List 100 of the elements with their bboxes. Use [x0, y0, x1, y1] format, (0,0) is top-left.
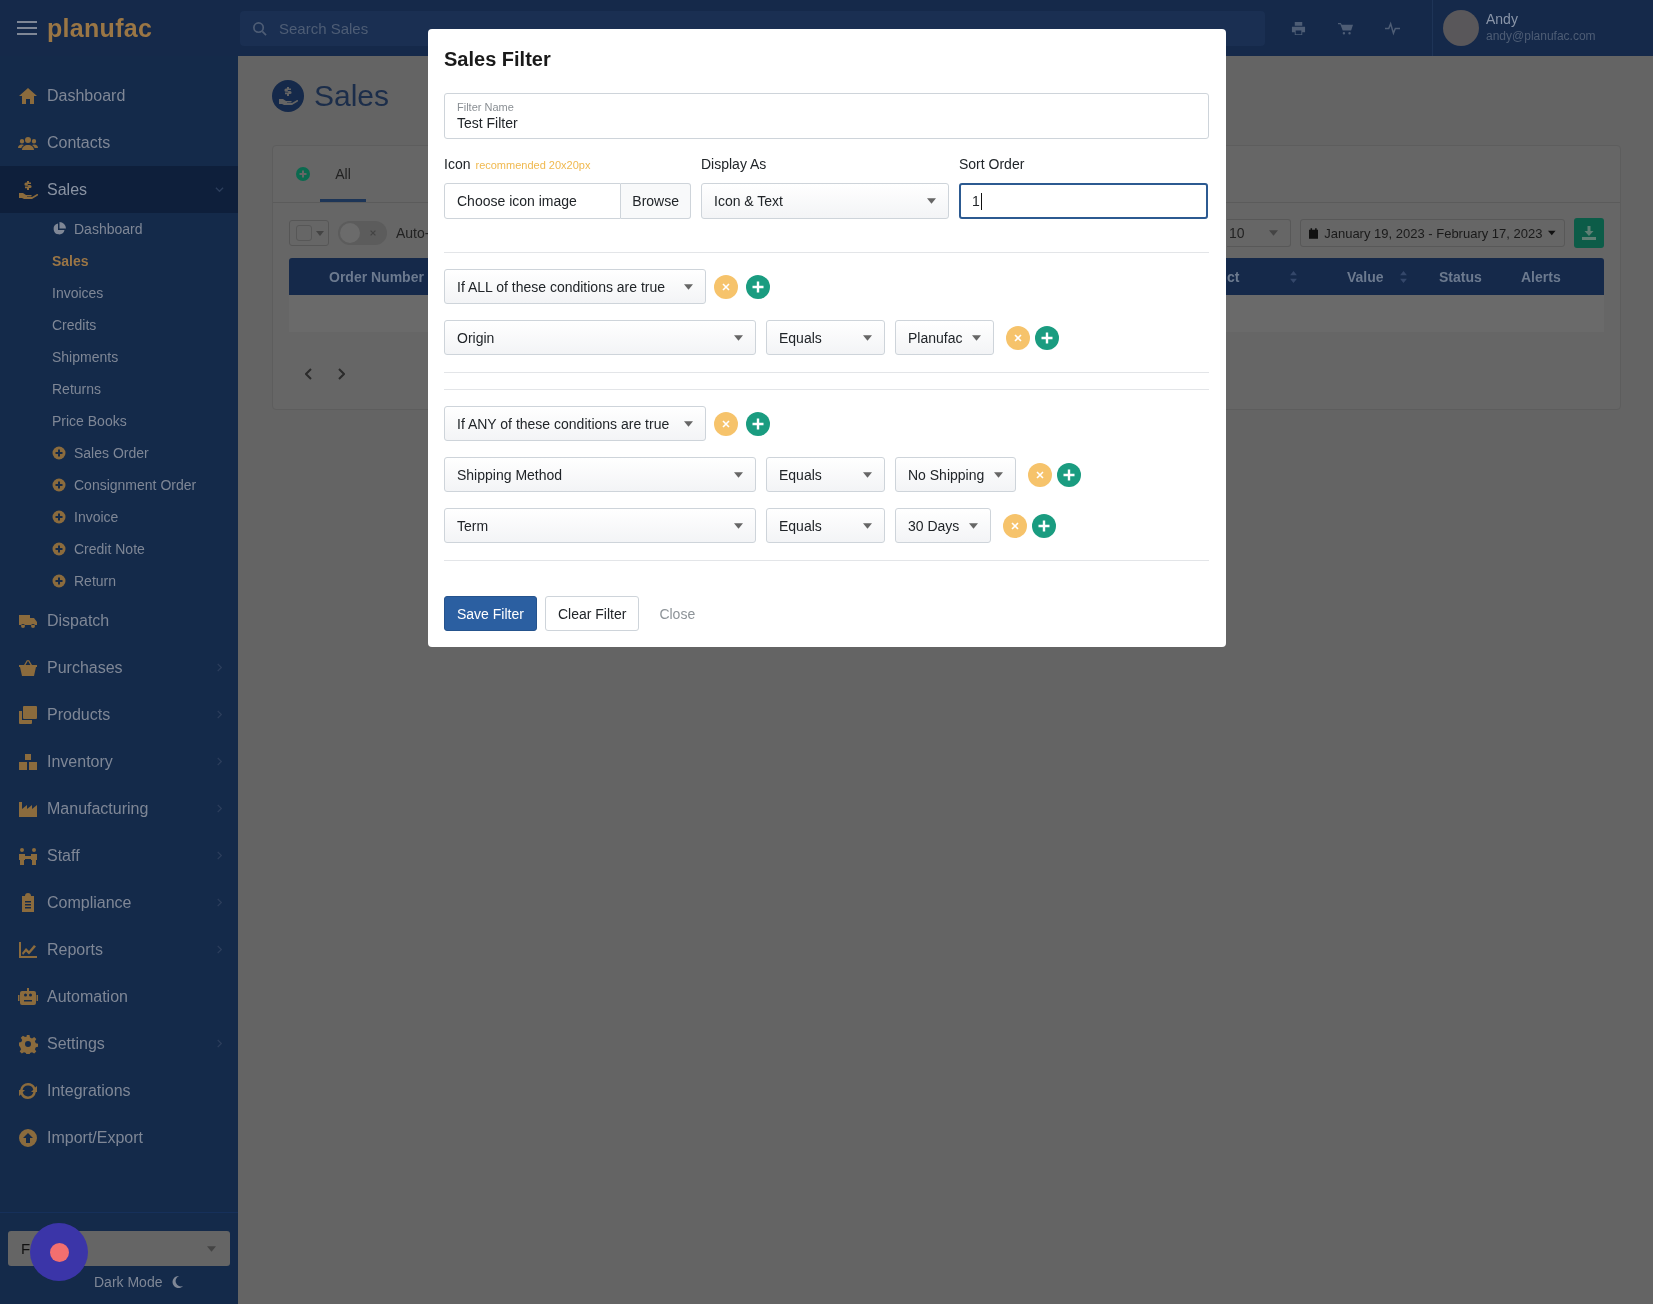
- date-range-button[interactable]: January 19, 2023 - February 17, 2023: [1300, 219, 1565, 247]
- value-select[interactable]: No Shipping: [895, 457, 1017, 492]
- caret-icon: [863, 334, 872, 341]
- caret-icon: [734, 471, 743, 478]
- sidebar-subitem[interactable]: Invoice: [0, 501, 238, 533]
- clear-button[interactable]: Clear Filter: [544, 596, 640, 631]
- dark-mode-toggle[interactable]: Dark Mode: [94, 1274, 163, 1290]
- sidebar-subitem[interactable]: Returns: [0, 373, 238, 405]
- toggle-switch[interactable]: [338, 221, 387, 245]
- sort-order-input[interactable]: 1: [959, 183, 1208, 219]
- field-select[interactable]: Term: [444, 508, 756, 543]
- caret-icon: [863, 522, 872, 529]
- sidebar-subitem[interactable]: Return: [0, 565, 238, 597]
- caret-icon: [972, 334, 982, 341]
- sidebar-item[interactable]: Integrations: [0, 1067, 238, 1114]
- sidebar-item[interactable]: Manufacturing: [0, 785, 238, 832]
- page-title: Sales: [314, 79, 390, 113]
- add-tab-icon[interactable]: [296, 167, 310, 181]
- value-select[interactable]: 30 Days: [895, 508, 992, 543]
- column-header[interactable]: Alerts: [1519, 268, 1599, 285]
- caret-icon: [734, 522, 743, 529]
- add-button[interactable]: [746, 274, 770, 299]
- sidebar-item[interactable]: Products: [0, 691, 238, 738]
- caret-icon: [1548, 230, 1556, 236]
- sidebar-subitem[interactable]: Credit Note: [0, 533, 238, 565]
- sidebar-item[interactable]: Compliance: [0, 879, 238, 926]
- sidebar-item[interactable]: Inventory: [0, 738, 238, 785]
- sidebar-subitem[interactable]: Shipments: [0, 341, 238, 373]
- file-field[interactable]: Choose icon image: [444, 183, 622, 219]
- caret-icon: [969, 522, 979, 529]
- add-button[interactable]: [746, 411, 770, 436]
- sidebar-item[interactable]: Staff: [0, 832, 238, 879]
- caret-icon: [316, 230, 324, 236]
- sidebar-item[interactable]: Import/Export: [0, 1114, 238, 1161]
- sidebar-subitem[interactable]: Consignment Order: [0, 469, 238, 501]
- operator-select[interactable]: Equals: [766, 320, 885, 355]
- cart-icon[interactable]: [1338, 20, 1353, 36]
- download-button[interactable]: [1574, 218, 1604, 248]
- page-size-select[interactable]: 10: [1227, 219, 1291, 247]
- sidebar-subitem[interactable]: Dashboard: [0, 213, 238, 245]
- sidebar-item[interactable]: Dispatch: [0, 597, 238, 644]
- pulse-icon[interactable]: [1385, 20, 1400, 36]
- field-select[interactable]: Shipping Method: [444, 457, 756, 492]
- people-icon: [17, 845, 39, 866]
- filter-name-field[interactable]: Filter Name Test Filter: [444, 93, 1209, 139]
- remove-button[interactable]: [714, 411, 738, 436]
- save-button[interactable]: Save Filter: [444, 596, 537, 631]
- close-link[interactable]: Close: [647, 596, 708, 631]
- field-label: Display As: [701, 156, 767, 172]
- sidebar-item[interactable]: Automation: [0, 973, 238, 1020]
- match-select[interactable]: If ANY of these conditions are true: [444, 406, 706, 441]
- sidebar-item[interactable]: Sales: [0, 166, 238, 213]
- hand-coin-icon: [17, 179, 39, 200]
- remove-button[interactable]: [1003, 513, 1028, 538]
- sidebar-item[interactable]: Reports: [0, 926, 238, 973]
- caret-icon: [684, 283, 693, 290]
- plus-circle-icon: [52, 478, 66, 492]
- remove-button[interactable]: [1028, 462, 1053, 487]
- avatar[interactable]: [1443, 10, 1479, 46]
- printer-icon[interactable]: [1291, 20, 1306, 36]
- menu-icon[interactable]: [17, 20, 37, 36]
- remove-button[interactable]: [714, 274, 738, 299]
- sidebar-item[interactable]: Dashboard: [0, 72, 238, 119]
- dialog-title: Sales Filter: [444, 47, 552, 71]
- add-button[interactable]: [1057, 462, 1082, 487]
- tab[interactable]: All: [320, 146, 366, 202]
- moon-icon[interactable]: [170, 1275, 185, 1289]
- field-select[interactable]: Origin: [444, 320, 756, 355]
- sidebar-subitem[interactable]: Credits: [0, 309, 238, 341]
- caret-icon: [1269, 230, 1278, 236]
- logo[interactable]: planufac: [47, 13, 153, 43]
- home-icon: [17, 85, 39, 106]
- display-as-select[interactable]: Icon & Text: [701, 183, 949, 219]
- select-all-dropdown[interactable]: [289, 220, 329, 246]
- toggle-label: Auto-: [396, 225, 430, 241]
- sidebar-subitem[interactable]: Sales Order: [0, 437, 238, 469]
- add-button[interactable]: [1032, 513, 1057, 538]
- browse-button[interactable]: Browse: [621, 183, 691, 219]
- sidebar-item[interactable]: Settings: [0, 1020, 238, 1067]
- sidebar-item[interactable]: Contacts: [0, 119, 238, 166]
- caret-icon: [863, 471, 872, 478]
- column-header[interactable]: Value: [1317, 268, 1429, 285]
- operator-select[interactable]: Equals: [766, 508, 885, 543]
- add-button[interactable]: [1035, 325, 1060, 350]
- next-page-icon[interactable]: [337, 368, 345, 380]
- sidebar-item[interactable]: Purchases: [0, 644, 238, 691]
- field-label: Sort Order: [959, 156, 1025, 172]
- remove-button[interactable]: [1006, 325, 1031, 350]
- caret-icon: [684, 420, 693, 427]
- column-header[interactable]: ct: [1227, 268, 1317, 285]
- match-select[interactable]: If ALL of these conditions are true: [444, 269, 706, 304]
- value-select[interactable]: Planufac: [895, 320, 995, 355]
- column-header[interactable]: Status: [1429, 268, 1519, 285]
- sidebar-subitem[interactable]: Price Books: [0, 405, 238, 437]
- sidebar-subitem[interactable]: Invoices: [0, 277, 238, 309]
- previous-page-icon[interactable]: [305, 368, 313, 380]
- hand-coin-icon: [272, 80, 304, 112]
- sidebar-subitem[interactable]: Sales: [0, 245, 238, 277]
- sync-icon: [17, 1080, 39, 1101]
- operator-select[interactable]: Equals: [766, 457, 885, 492]
